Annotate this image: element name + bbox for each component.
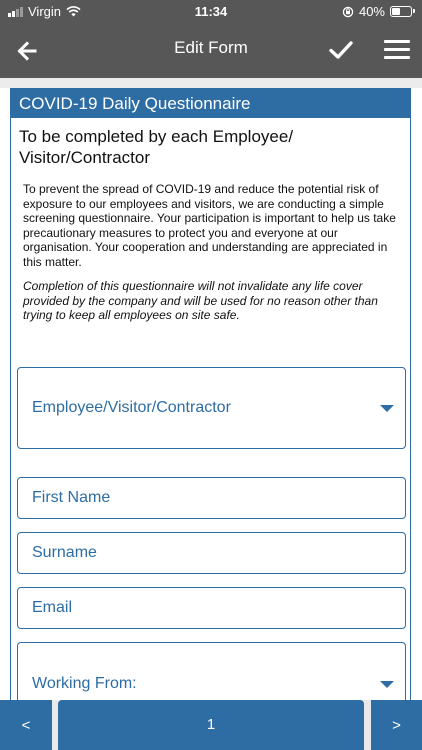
status-bar: Virgin 11:34 40%	[0, 0, 422, 24]
form-subtitle: To be completed by each Employee/ Visito…	[19, 127, 294, 167]
role-select-value: Employee/Visitor/Contractor	[32, 399, 231, 416]
status-right: 40%	[342, 4, 415, 19]
chevron-down-icon	[380, 681, 394, 688]
battery-icon	[390, 6, 415, 17]
surname-placeholder: Surname	[32, 544, 97, 561]
first-name-placeholder: First Name	[32, 489, 111, 506]
working-from-value: Working From:	[32, 675, 137, 692]
form-title: COVID-19 Daily Questionnaire	[11, 88, 410, 118]
form-panel: COVID-19 Daily Questionnaire To be compl…	[10, 88, 411, 700]
menu-icon[interactable]	[384, 36, 410, 66]
surname-field[interactable]: Surname	[17, 532, 406, 574]
page-number-button[interactable]: 1	[58, 700, 364, 750]
first-name-field[interactable]: First Name	[17, 477, 406, 519]
header-separator	[0, 78, 422, 88]
battery-fill	[392, 8, 400, 15]
email-placeholder: Email	[32, 599, 73, 616]
next-page-button[interactable]: >	[371, 700, 422, 750]
checkmark-icon[interactable]	[326, 35, 356, 65]
role-select[interactable]: Employee/Visitor/Contractor	[17, 367, 406, 449]
page-title: Edit Form	[174, 38, 248, 57]
pagination-bar: < 1 >	[0, 700, 422, 750]
intro-text: To prevent the spread of COVID-19 and re…	[23, 182, 396, 269]
disclaimer-text: Completion of this questionnaire will no…	[23, 279, 378, 322]
battery-percent: 40%	[358, 4, 385, 19]
working-from-select[interactable]: Working From:	[17, 642, 406, 700]
orientation-lock-icon	[342, 6, 354, 17]
previous-page-button[interactable]: <	[0, 700, 52, 750]
app-header: Edit Form	[0, 24, 422, 78]
email-field[interactable]: Email	[17, 587, 406, 629]
chevron-down-icon	[380, 405, 394, 412]
